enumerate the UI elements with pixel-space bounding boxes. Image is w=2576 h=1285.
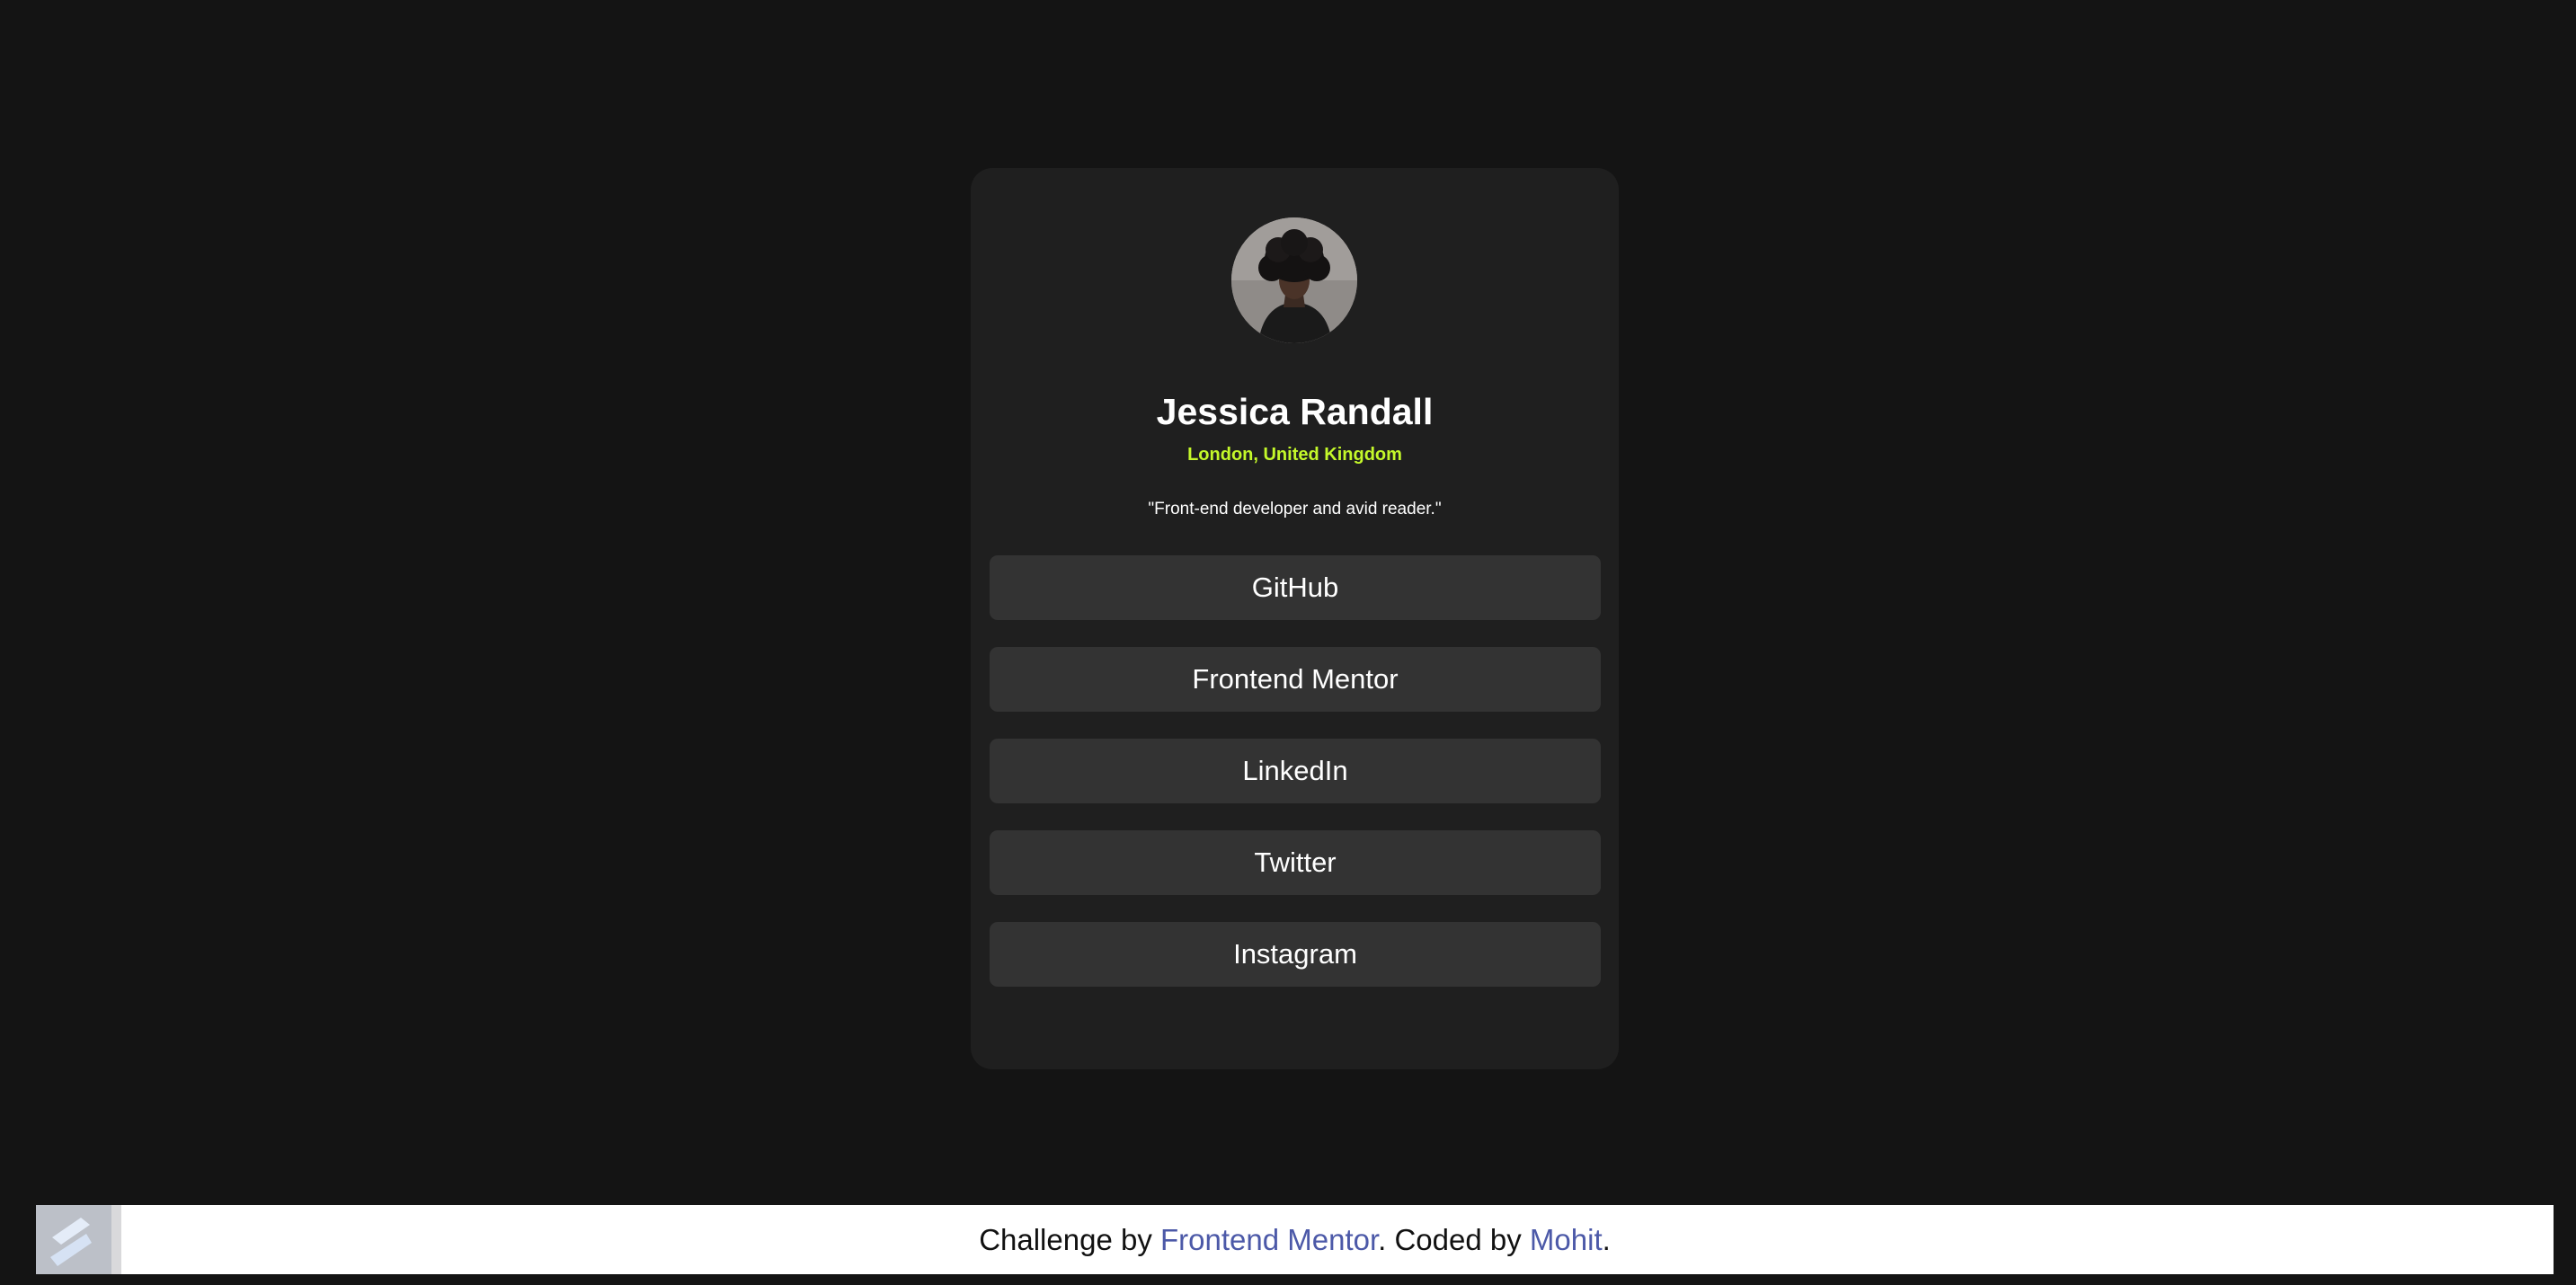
author-attribution-link[interactable]: Mohit bbox=[1530, 1223, 1603, 1256]
frontend-mentor-link-button[interactable]: Frontend Mentor bbox=[990, 647, 1601, 712]
frontend-mentor-attribution-link[interactable]: Frontend Mentor bbox=[1160, 1223, 1378, 1256]
social-link-item: Twitter bbox=[990, 830, 1601, 895]
profile-location: London, United Kingdom bbox=[1187, 445, 1402, 465]
profile-name: Jessica Randall bbox=[1156, 391, 1434, 433]
twitter-link-button[interactable]: Twitter bbox=[990, 830, 1601, 895]
social-link-item: LinkedIn bbox=[990, 739, 1601, 803]
profile-card: Jessica Randall London, United Kingdom "… bbox=[971, 168, 1619, 1069]
attribution-prefix: Challenge by bbox=[979, 1223, 1160, 1256]
social-link-item: GitHub bbox=[990, 555, 1601, 620]
social-link-item: Frontend Mentor bbox=[990, 647, 1601, 712]
attribution-text: Challenge by Frontend Mentor. Coded by M… bbox=[36, 1205, 2554, 1274]
linkedin-link-button[interactable]: LinkedIn bbox=[990, 739, 1601, 803]
github-link-button[interactable]: GitHub bbox=[990, 555, 1601, 620]
avatar-photo bbox=[1231, 217, 1357, 343]
avatar bbox=[1231, 217, 1357, 343]
profile-bio: "Front-end developer and avid reader." bbox=[1148, 500, 1442, 518]
attribution-middle: . Coded by bbox=[1378, 1223, 1530, 1256]
instagram-link-button[interactable]: Instagram bbox=[990, 922, 1601, 987]
social-links-list: GitHub Frontend Mentor LinkedIn Twitter … bbox=[990, 555, 1601, 1014]
attribution-footer: Challenge by Frontend Mentor. Coded by M… bbox=[36, 1205, 2554, 1274]
social-link-item: Instagram bbox=[990, 922, 1601, 987]
attribution-suffix: . bbox=[1602, 1223, 1611, 1256]
